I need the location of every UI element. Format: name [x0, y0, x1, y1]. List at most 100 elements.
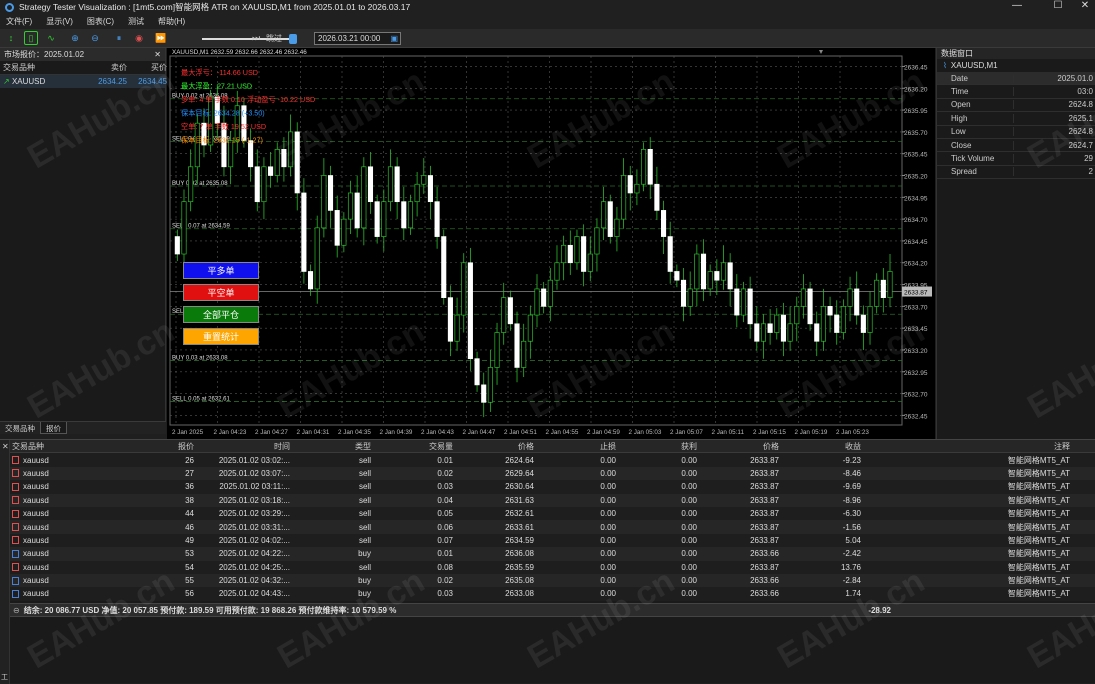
price-tick-label: 2635.70	[904, 130, 928, 137]
table-row[interactable]: xauusd 36 2025.01.02 03:11:... sell 0.03 2630…	[10, 480, 1095, 494]
play-icon[interactable]: ⏩	[154, 31, 168, 45]
close-all-button[interactable]: 全部平仓	[183, 306, 259, 323]
cell-sl: 0.00	[600, 589, 616, 599]
bear-candle	[254, 166, 260, 203]
bull-candle	[887, 271, 893, 298]
col-header[interactable]: 止损	[536, 441, 618, 452]
table-row[interactable]: xauusd 56 2025.01.02 04:43:... buy 0.03 2633.…	[10, 587, 1095, 601]
price-tick-label: 2632.45	[904, 413, 928, 420]
table-row[interactable]: xauusd 53 2025.01.02 04:22:... buy 0.01 2636.…	[10, 547, 1095, 561]
menu-help[interactable]: 帮助(H)	[158, 16, 185, 27]
date-picker[interactable]: 2026.03.21 00:00 ▣	[314, 32, 401, 45]
speed-slider-knob[interactable]	[289, 34, 297, 44]
cell-type: buy	[358, 549, 371, 559]
bear-candle	[301, 192, 307, 272]
col-bid: 卖价	[111, 63, 127, 72]
close-buy-button[interactable]: 平多单	[183, 262, 259, 279]
col-header[interactable]: 交易量	[373, 441, 455, 452]
line-chart-icon[interactable]: ∿	[44, 31, 58, 45]
buy-order-icon	[12, 549, 19, 558]
candlestick-chart[interactable]: 2636.45 2636.20 2635.95 2635.70 2635.45 2635.…	[167, 48, 935, 439]
col-header[interactable]: 获利	[618, 441, 699, 452]
bear-candle	[647, 148, 653, 185]
data-row-value: 2624.8	[1013, 127, 1095, 137]
reset-stats-button[interactable]: 重置统计	[183, 328, 259, 345]
zoom-in-icon[interactable]: ⊕	[68, 31, 82, 45]
bull-candle	[594, 227, 600, 255]
cell-volume: 0.01	[437, 549, 453, 559]
bull-candle	[494, 332, 500, 368]
cell-profit: -8.96	[842, 495, 861, 505]
col-header[interactable]: 报价	[120, 441, 196, 452]
cell-cur: 2633.66	[750, 549, 779, 559]
col-header[interactable]: 收益	[781, 441, 863, 452]
menu-chart[interactable]: 图表(C)	[87, 16, 114, 27]
cell-type: sell	[358, 455, 371, 465]
maximize-icon[interactable]: ☐	[1043, 0, 1073, 14]
menu-file[interactable]: 文件(F)	[6, 16, 32, 27]
table-row[interactable]: xauusd 46 2025.01.02 03:31:... sell 0.06 2633…	[10, 520, 1095, 534]
summary-icon: ⊖	[13, 605, 20, 615]
data-window-symbol-row: ⌇ XAUUSD,M1	[937, 59, 1095, 72]
cell-tp: 0.00	[681, 576, 697, 586]
table-row[interactable]: xauusd 26 2025.01.02 03:02:... sell 0.01 2624…	[10, 453, 1095, 467]
table-row[interactable]: xauusd 49 2025.01.02 04:02:... sell 0.07 2634…	[10, 533, 1095, 548]
bear-candle	[747, 288, 753, 325]
tab-symbols[interactable]: 交易品种	[0, 422, 40, 434]
cell-type: sell	[358, 509, 371, 519]
chart-header: XAUUSD,M1 2632.59 2632.66 2632.46 2632.4…	[172, 49, 307, 56]
stop-icon[interactable]: ◉	[132, 31, 146, 45]
cell-symbol: xauusd	[23, 589, 49, 599]
data-row-key: Low	[951, 127, 966, 137]
data-row-value: 29	[1013, 154, 1095, 164]
market-watch-tabs: 交易品种 报价	[0, 421, 166, 434]
bear-candle	[860, 314, 866, 333]
current-price-label: 2633.87	[904, 290, 928, 297]
account-summary: ⊖ 结余: 20 086.77 USD 净值: 20 057.85 预付款: 1…	[10, 603, 1095, 617]
order-label: BUY 0.03 at 2633.08	[172, 355, 228, 361]
tab-quotes[interactable]: 报价	[40, 422, 67, 434]
cell-sl: 0.00	[600, 455, 616, 465]
summary-profit: -28.92	[868, 605, 891, 615]
table-row[interactable]: xauusd 54 2025.01.02 04:25:... sell 0.08 2635…	[10, 560, 1095, 574]
menu-view[interactable]: 显示(V)	[46, 16, 73, 27]
col-header[interactable]: 类型	[292, 441, 373, 452]
cell-comment: 智能网格MT5_AT	[1007, 576, 1070, 586]
table-row[interactable]: xauusd 44 2025.01.02 03:29:... sell 0.05 2632…	[10, 506, 1095, 521]
table-row[interactable]: xauusd 38 2025.01.02 03:18:... sell 0.04 2631…	[10, 493, 1095, 507]
minimize-icon[interactable]: —	[1002, 0, 1032, 14]
chart-bars-icon[interactable]: ↕	[4, 31, 18, 45]
cell-type: sell	[358, 522, 371, 532]
col-header[interactable]: 时间	[196, 441, 292, 452]
cell-comment: 智能网格MT5_AT	[1007, 468, 1070, 478]
price-tick-label: 2633.20	[904, 348, 928, 355]
close-sell-button[interactable]: 平空单	[183, 284, 259, 301]
bear-candle	[767, 323, 773, 333]
menu-test[interactable]: 测试	[128, 16, 144, 27]
bear-candle	[354, 192, 360, 229]
cell-tp: 0.00	[681, 509, 697, 519]
market-watch-row[interactable]: ↗ XAUUSD 2634.25 2634.45	[0, 75, 167, 88]
table-row[interactable]: xauusd 55 2025.01.02 04:32:... buy 0.02 2635.…	[10, 573, 1095, 588]
col-header[interactable]: 注释	[863, 441, 1072, 452]
pause-icon[interactable]: ⏸	[112, 31, 126, 45]
cell-volume: 0.03	[437, 589, 453, 599]
bull-candle	[347, 192, 354, 220]
col-header[interactable]: 价格	[455, 441, 536, 452]
close-toolbox-icon[interactable]: ✕	[2, 442, 9, 451]
table-row[interactable]: xauusd 27 2025.01.02 03:07:... sell 0.02 2629…	[10, 466, 1095, 481]
zoom-out-icon[interactable]: ⊖	[88, 31, 102, 45]
col-header[interactable]: 价格	[699, 441, 781, 452]
cell-profit: -9.23	[842, 455, 861, 465]
cell-sl: 0.00	[600, 562, 616, 572]
candlestick-icon[interactable]: ▯	[24, 31, 38, 45]
time-tick-label: 2 Jan 05:19	[795, 429, 828, 436]
close-window-icon[interactable]: ✕	[1070, 0, 1095, 14]
calendar-icon[interactable]: ▣	[390, 33, 398, 44]
window-title: Strategy Tester Visualization : [1mt5.co…	[19, 2, 411, 12]
price-tick-label: 2632.95	[904, 370, 928, 377]
cell-comment: 智能网格MT5_AT	[1007, 562, 1070, 572]
close-panel-icon[interactable]: ✕	[154, 50, 161, 59]
price-chart[interactable]: 2636.45 2636.20 2635.95 2635.70 2635.45 2635.…	[167, 48, 935, 439]
col-header[interactable]: 交易品种	[10, 441, 120, 452]
